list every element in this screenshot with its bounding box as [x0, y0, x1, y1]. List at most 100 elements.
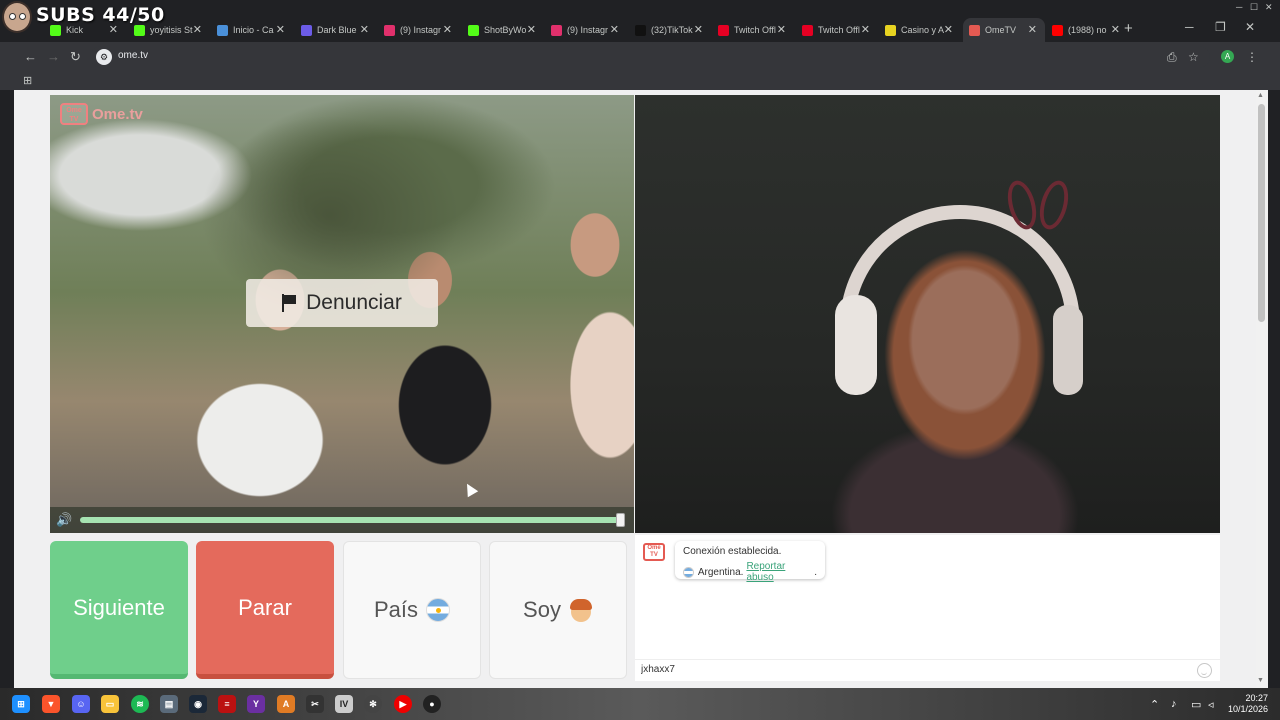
tab-close-icon[interactable]: ✕: [276, 23, 285, 36]
address-bar[interactable]: ⚙ ome.tv: [90, 46, 1210, 68]
site-info-icon[interactable]: ⚙: [96, 49, 112, 65]
tab-close-icon[interactable]: ✕: [1111, 23, 1120, 36]
tray-chevron-icon[interactable]: ⌃: [1150, 698, 1159, 711]
volume-tray-icon[interactable]: ◃: [1208, 698, 1214, 711]
window-restore-top-icon[interactable]: ☐: [1250, 2, 1258, 13]
boy-emoji-icon: [569, 598, 593, 622]
avatar-eye-left: [9, 13, 16, 20]
browser-tab[interactable]: yoyitisis St ✕: [128, 18, 210, 42]
browser-tab[interactable]: (9) Instagr ✕: [545, 18, 627, 42]
app-iv-icon[interactable]: IV: [335, 695, 353, 713]
tab-close-icon[interactable]: ✕: [443, 23, 452, 36]
tab-title: yoyitisis St: [150, 25, 193, 35]
tab-title: (32)TikTok: [651, 25, 693, 35]
stop-button[interactable]: Parar: [196, 541, 334, 679]
close-window-icon[interactable]: ✕: [1245, 20, 1255, 34]
tab-title: Kick: [66, 25, 84, 35]
discord-icon[interactable]: ☺: [72, 695, 90, 713]
browser-tab[interactable]: Twitch Offl ✕: [796, 18, 878, 42]
volume-slider[interactable]: [80, 517, 622, 523]
media-player-icon[interactable]: ▶: [394, 695, 412, 713]
volume-slider-handle[interactable]: [616, 513, 625, 527]
minimize-icon[interactable]: ─: [1185, 20, 1194, 34]
tab-close-icon[interactable]: ✕: [360, 23, 369, 36]
kick-icon: [468, 24, 479, 36]
gender-label: Soy: [523, 597, 561, 622]
tab-close-icon[interactable]: ✕: [944, 23, 953, 36]
chrome-page-icon: [217, 24, 228, 36]
tab-close-icon[interactable]: ✕: [527, 23, 536, 36]
bookmark-star-icon[interactable]: ☆: [1188, 50, 1199, 64]
app-orange-icon[interactable]: A: [277, 695, 295, 713]
browser-tab[interactable]: Twitch Offl ✕: [712, 18, 794, 42]
app-purple-icon[interactable]: Y: [247, 695, 265, 713]
emoji-hair: [569, 599, 592, 610]
report-suffix: .: [814, 566, 817, 578]
microphone-icon[interactable]: ♪: [1171, 698, 1177, 710]
connection-message: Conexión establecida.: [683, 546, 782, 557]
chatgpt-icon[interactable]: ✻: [364, 695, 382, 713]
brave-browser-icon[interactable]: ▼: [42, 695, 60, 713]
profile-avatar-icon[interactable]: A: [1221, 50, 1234, 63]
capcut-icon[interactable]: ✂: [306, 695, 324, 713]
screen-app-icon[interactable]: ▤: [160, 695, 178, 713]
back-arrow-icon[interactable]: ←: [24, 49, 37, 64]
country-label: País: [373, 597, 419, 622]
browser-tab[interactable]: Dark Blue ✕: [295, 18, 377, 42]
argentina-flag-small-icon: [683, 566, 694, 578]
mouse-cursor-icon: [461, 480, 479, 498]
tab-close-icon[interactable]: ✕: [777, 23, 786, 36]
forward-arrow-icon[interactable]: →: [47, 49, 60, 64]
emoji-smiley-icon[interactable]: [1197, 663, 1212, 678]
tab-close-icon[interactable]: ✕: [694, 23, 703, 36]
network-icon[interactable]: ▭: [1191, 698, 1201, 711]
window-close-top-icon[interactable]: ✕: [1265, 2, 1273, 13]
app-red-icon[interactable]: ≡: [218, 695, 236, 713]
tab-close-icon[interactable]: ✕: [861, 23, 870, 36]
taskbar-clock[interactable]: 20:27 10/1/2026: [1224, 693, 1268, 715]
tab-close-icon[interactable]: ✕: [193, 23, 202, 36]
browser-tab[interactable]: ShotByWo ✕: [462, 18, 544, 42]
windows-start-icon[interactable]: ⊞: [12, 695, 30, 713]
speaker-icon[interactable]: 🔊: [56, 512, 74, 528]
spotify-icon[interactable]: ≋: [131, 695, 149, 713]
next-label: Siguiente: [73, 594, 165, 620]
browser-tab[interactable]: Casino y A ✕: [879, 18, 961, 42]
browser-tab[interactable]: (32)TikTok ✕: [629, 18, 711, 42]
tab-close-icon[interactable]: ✕: [1028, 23, 1037, 36]
browser-tab[interactable]: OmeTV ✕: [963, 18, 1045, 42]
scrollbar-thumb[interactable]: [1258, 104, 1265, 322]
browser-tab[interactable]: Kick ✕: [44, 18, 126, 42]
install-app-icon[interactable]: ⎙: [1167, 50, 1177, 65]
browser-tab[interactable]: (1988) no ✕: [1046, 18, 1128, 42]
new-tab-button[interactable]: +: [1124, 20, 1133, 37]
country-button[interactable]: País: [343, 541, 481, 679]
scroll-down-icon[interactable]: ▼: [1257, 677, 1264, 684]
obs-icon[interactable]: ●: [423, 695, 441, 713]
browser-tab[interactable]: (9) Instagr ✕: [378, 18, 460, 42]
flag-icon: [282, 294, 297, 312]
tab-title: (1988) no: [1068, 25, 1107, 35]
scroll-up-icon[interactable]: ▲: [1257, 92, 1264, 99]
report-abuse-link[interactable]: Reportar abuso: [746, 561, 814, 583]
next-button[interactable]: Siguiente: [50, 541, 188, 679]
apps-grid-icon[interactable]: ⊞: [23, 74, 32, 87]
clock-date: 10/1/2026: [1227, 704, 1268, 714]
menu-kebab-icon[interactable]: ⋮: [1246, 50, 1258, 64]
tab-close-icon[interactable]: ✕: [610, 23, 619, 36]
tab-title: Dark Blue: [317, 25, 357, 35]
file-explorer-icon[interactable]: ▭: [101, 695, 119, 713]
pinterest-icon: [802, 24, 813, 36]
window-minimize-top-icon[interactable]: ─: [1236, 2, 1242, 12]
restore-icon[interactable]: ❐: [1215, 20, 1226, 34]
volume-bar: 🔊: [50, 507, 634, 533]
tab-close-icon[interactable]: ✕: [109, 23, 118, 36]
report-button[interactable]: Denunciar: [246, 279, 438, 327]
reload-icon[interactable]: ↻: [70, 49, 81, 65]
instagram-icon: [384, 24, 395, 36]
chat-input[interactable]: [641, 664, 1181, 675]
bookmarks-bar: ⊞: [0, 72, 1280, 90]
gender-button[interactable]: Soy: [489, 541, 627, 679]
browser-tab[interactable]: Inicio - Ca ✕: [211, 18, 293, 42]
steam-icon[interactable]: ◉: [189, 695, 207, 713]
